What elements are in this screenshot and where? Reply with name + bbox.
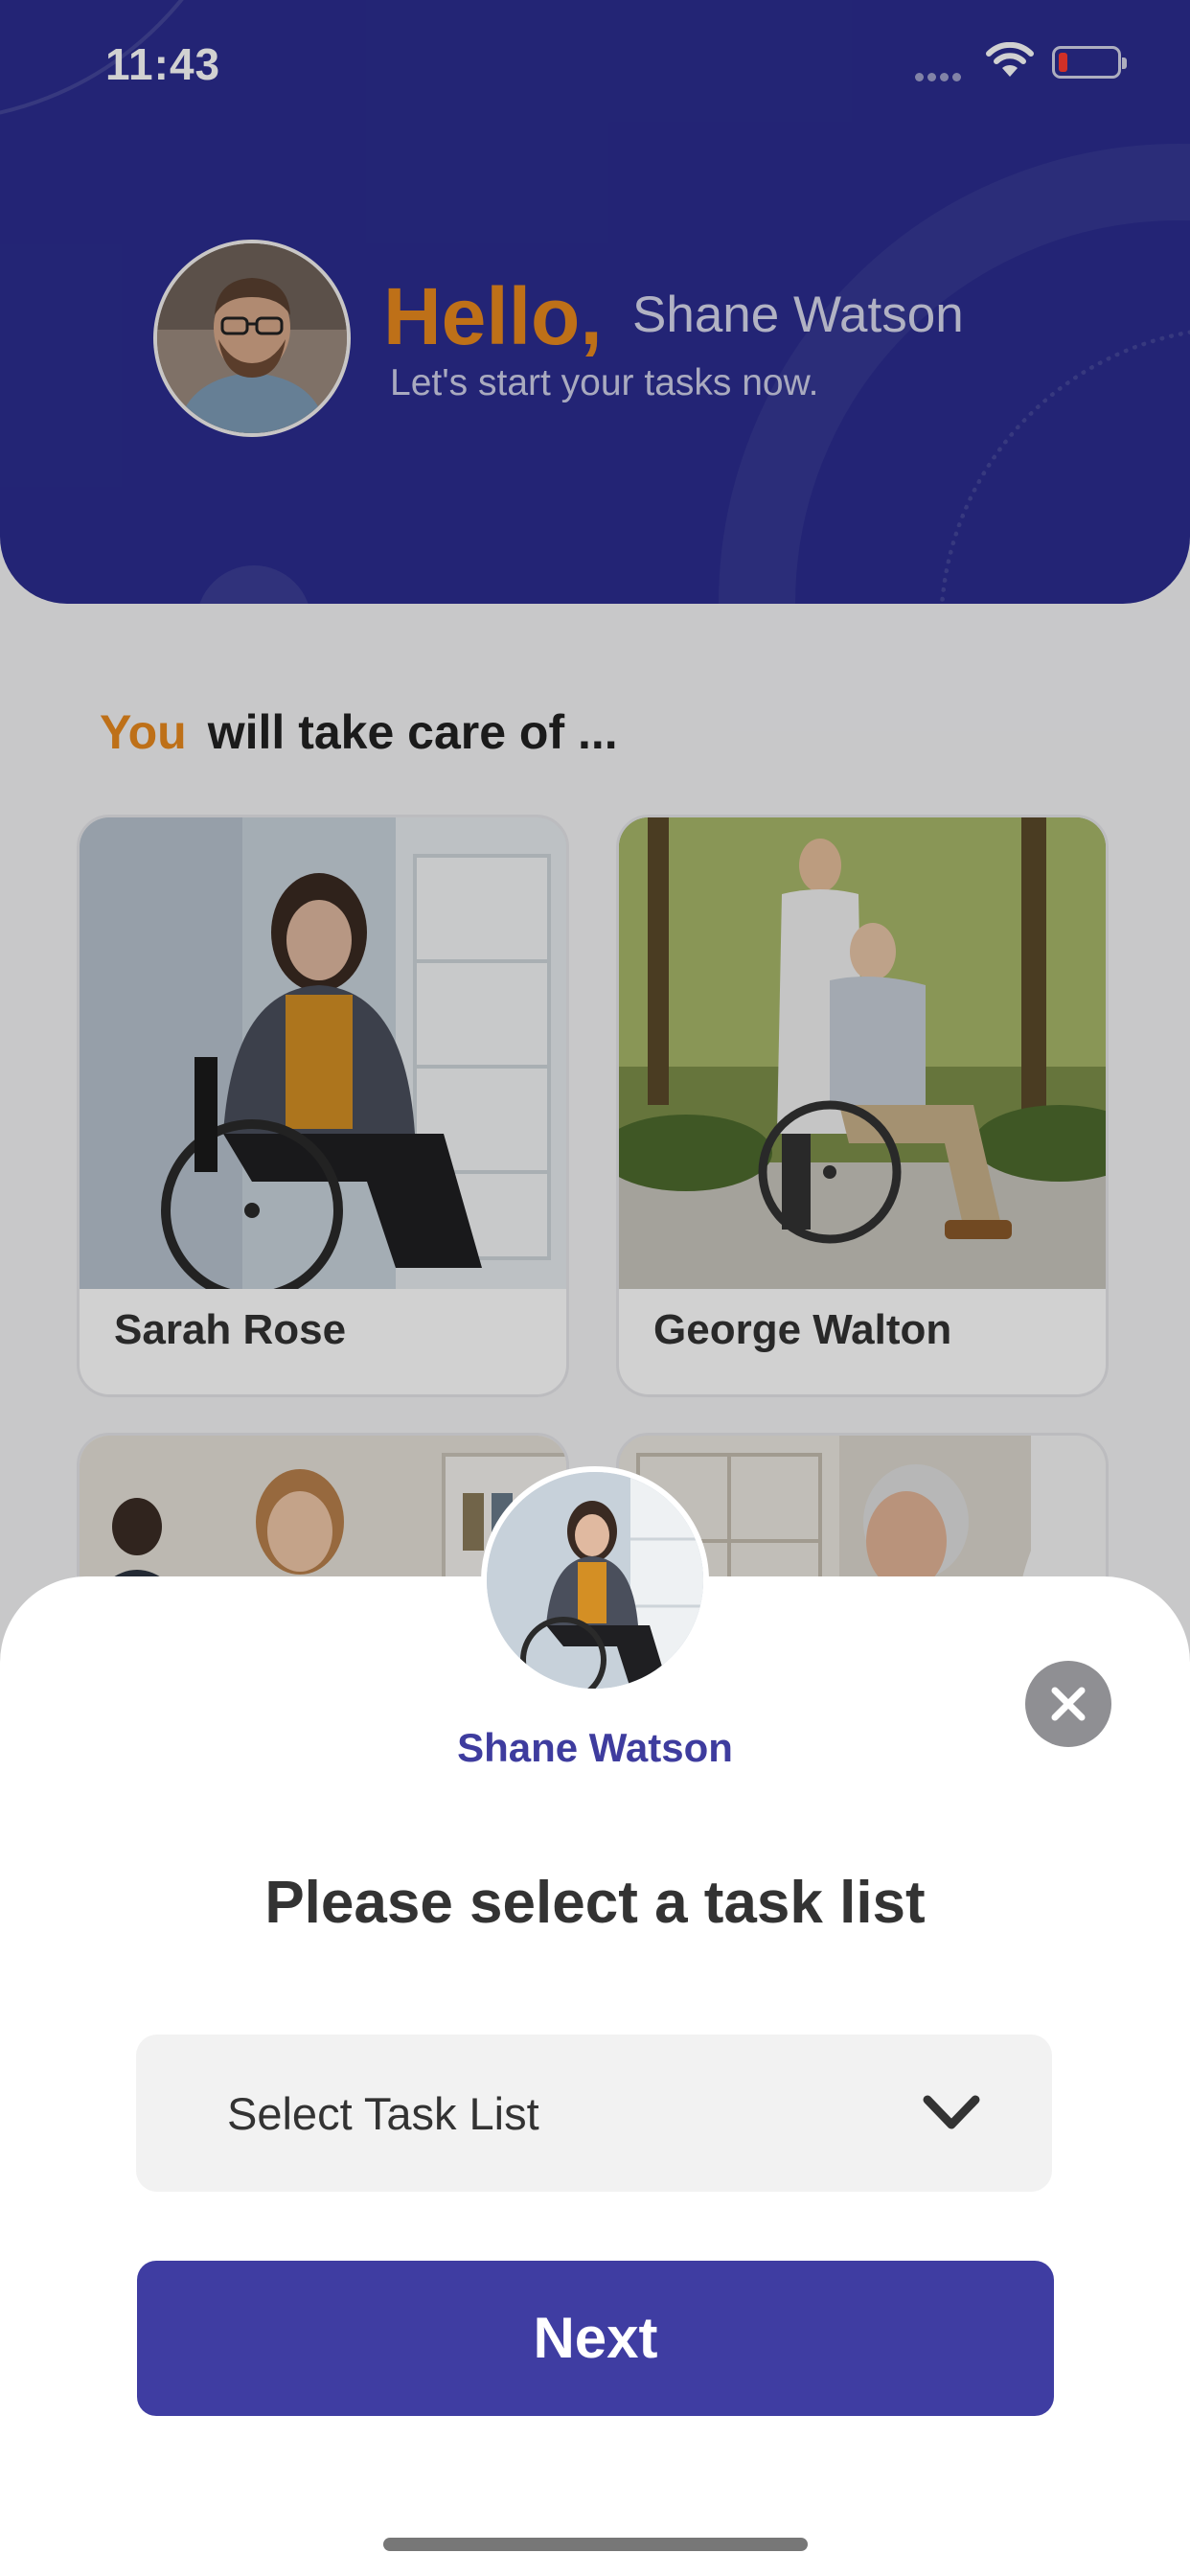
patient-avatar [481, 1466, 709, 1694]
chevron-down-icon [923, 2095, 980, 2129]
home-indicator [383, 2538, 808, 2551]
modal-user-name: Shane Watson [457, 1725, 733, 1770]
task-list-select-value: Select Task List [227, 2088, 539, 2139]
app-screen: 11:43 Hello, Shane Watson Let's start yo… [0, 0, 1190, 2576]
next-button[interactable]: Next [137, 2261, 1054, 2416]
task-list-select[interactable]: Select Task List [136, 2035, 1052, 2192]
modal-title: Please select a task list [264, 1870, 926, 1936]
